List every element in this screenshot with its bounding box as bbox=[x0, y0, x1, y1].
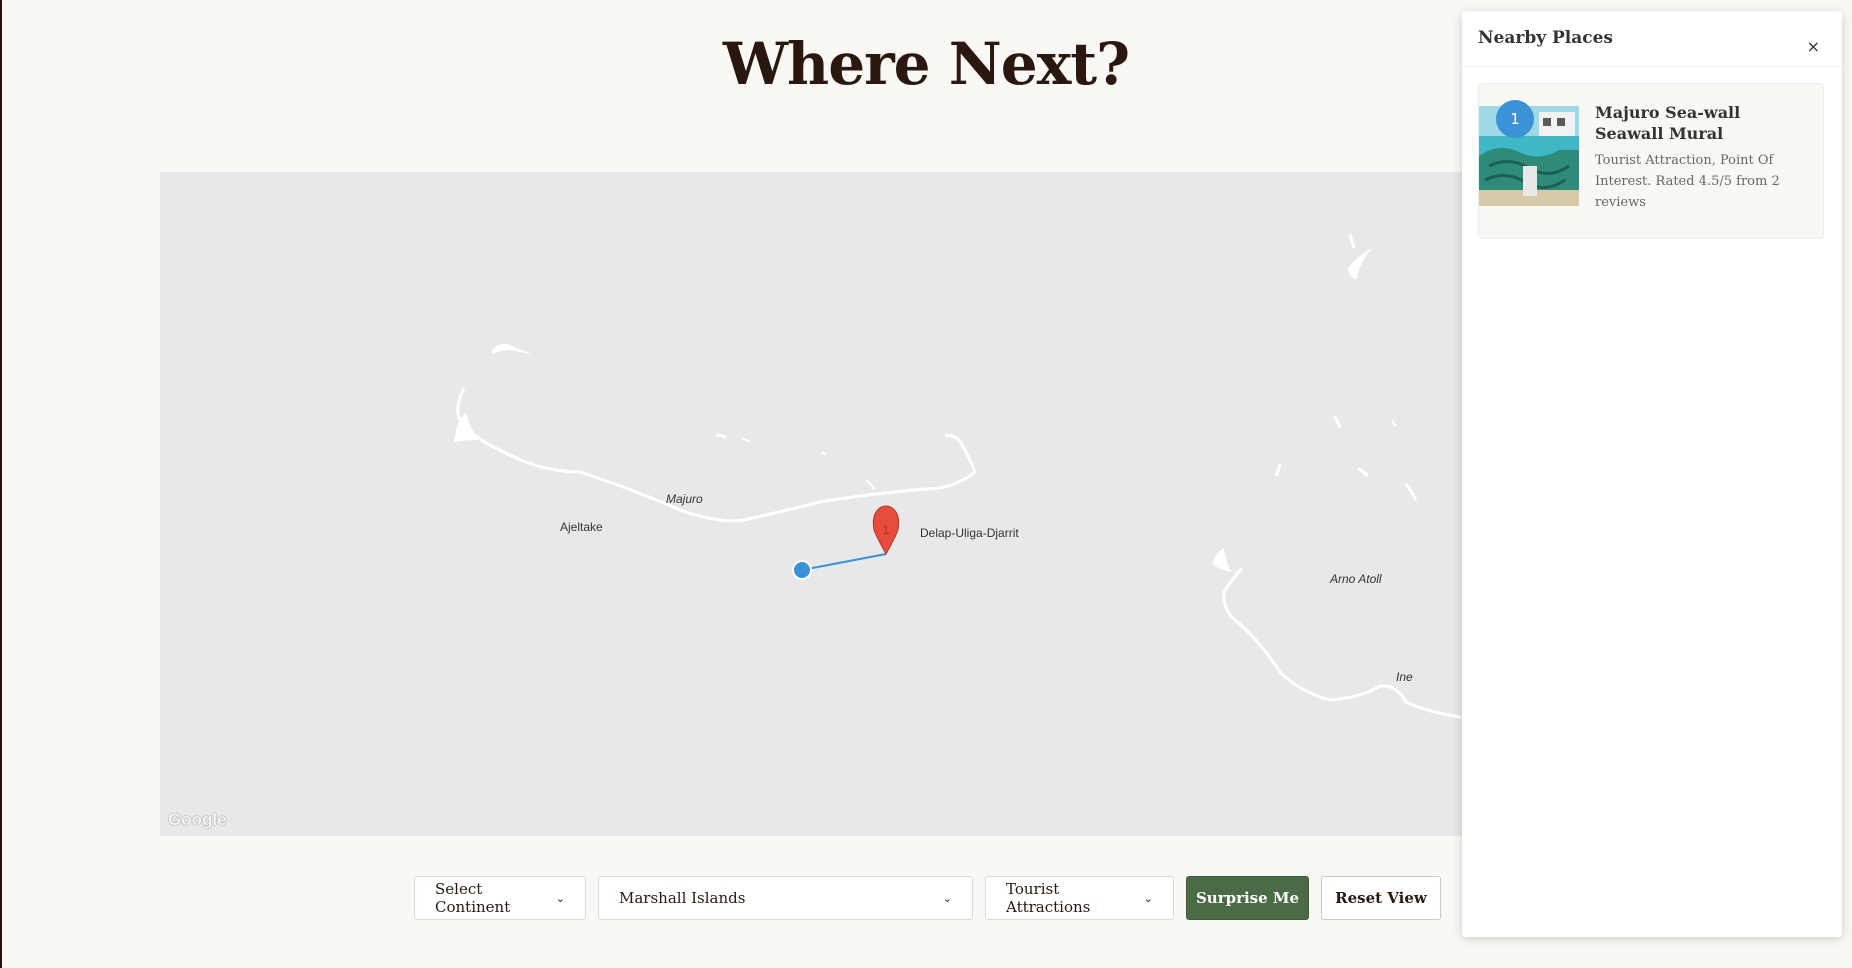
panel-header: Nearby Places × bbox=[1462, 11, 1842, 67]
close-icon[interactable]: × bbox=[1807, 39, 1820, 55]
reset-view-button[interactable]: Reset View bbox=[1321, 876, 1441, 920]
panel-title: Nearby Places bbox=[1478, 28, 1614, 48]
route-line bbox=[801, 553, 887, 571]
place-marker-1[interactable]: 1 bbox=[872, 505, 900, 556]
category-select-value: Tourist Attractions bbox=[1006, 880, 1091, 916]
map[interactable]: 1 Majuro Ajeltake Delap-Uliga-Djarrit Ar… bbox=[160, 172, 1466, 836]
majuro-coastline bbox=[456, 387, 977, 523]
arno-islet bbox=[1212, 548, 1232, 572]
arno-islet-3 bbox=[1332, 415, 1342, 429]
continent-select-value: Select Continent bbox=[435, 880, 511, 916]
country-select-value: Marshall Islands bbox=[619, 889, 746, 907]
map-label-arno-atoll: Arno Atoll bbox=[1330, 572, 1382, 586]
google-logo[interactable]: Google bbox=[168, 810, 227, 830]
arno-islet-6 bbox=[1274, 463, 1282, 477]
arno-islet-7 bbox=[1391, 419, 1397, 427]
arno-coastline bbox=[1222, 567, 1466, 720]
category-select[interactable]: Tourist Attractions ⌄ bbox=[985, 876, 1174, 920]
arno-islet-5 bbox=[1404, 483, 1418, 501]
place-name: Majuro Sea-wall Seawall Mural bbox=[1595, 103, 1741, 143]
map-label-delap: Delap-Uliga-Djarrit bbox=[920, 526, 1019, 540]
majuro-islet-5 bbox=[865, 479, 875, 491]
chevron-down-icon: ⌄ bbox=[1143, 891, 1153, 905]
majuro-islet-4 bbox=[821, 451, 827, 455]
arno-islet-2 bbox=[1348, 233, 1356, 249]
map-label-ajeltake: Ajeltake bbox=[560, 520, 603, 534]
majuro-islet-2 bbox=[715, 433, 728, 440]
place-card[interactable]: 1 Majuro Sea-wall Seawall Mural Tourist … bbox=[1478, 83, 1824, 239]
map-canvas[interactable]: 1 bbox=[160, 172, 1466, 836]
user-location-dot[interactable] bbox=[792, 560, 812, 580]
chevron-down-icon: ⌄ bbox=[555, 891, 565, 905]
continent-select[interactable]: Select Continent ⌄ bbox=[414, 876, 586, 920]
arno-north-islet bbox=[1348, 248, 1372, 280]
majuro-islet-3 bbox=[741, 437, 751, 443]
place-number-badge: 1 bbox=[1496, 100, 1534, 138]
majuro-north-islet bbox=[492, 343, 532, 354]
window-edge bbox=[0, 0, 2, 968]
map-label-majuro: Majuro bbox=[666, 492, 703, 506]
arno-islet-4 bbox=[1357, 466, 1370, 478]
surprise-me-button[interactable]: Surprise Me bbox=[1186, 876, 1309, 920]
nearby-places-panel: Nearby Places × 1 Majuro Sea-wall Seawal… bbox=[1462, 11, 1842, 937]
place-description: Tourist Attraction, Point Of Interest. R… bbox=[1595, 153, 1780, 210]
marker-number: 1 bbox=[883, 523, 890, 537]
country-select[interactable]: Marshall Islands ⌄ bbox=[598, 876, 973, 920]
chevron-down-icon: ⌄ bbox=[942, 891, 952, 905]
map-label-ine: Ine bbox=[1396, 670, 1413, 684]
